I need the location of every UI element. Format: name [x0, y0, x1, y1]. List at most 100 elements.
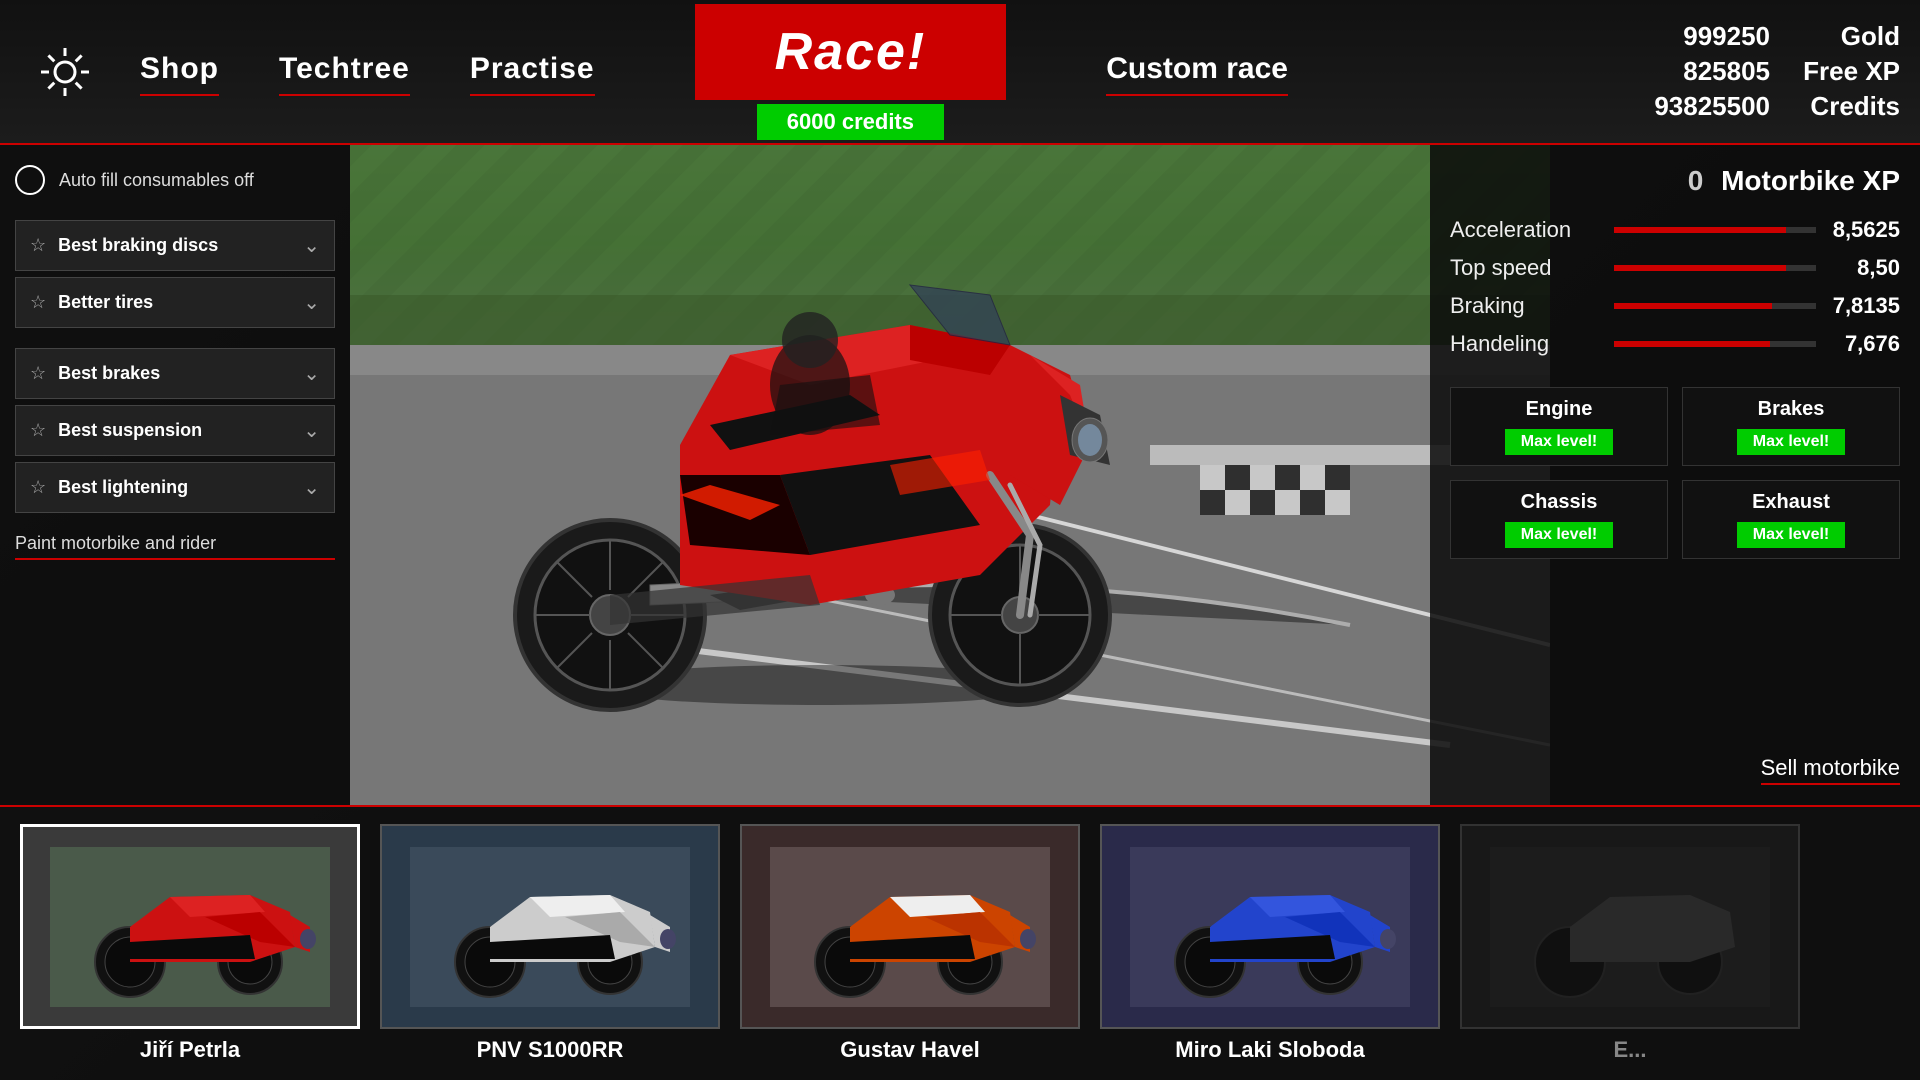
stat-bar-topspeed [1614, 265, 1816, 271]
track-background [350, 145, 1550, 805]
auto-fill-label: Auto fill consumables off [59, 170, 254, 191]
bike-name-0: Jiří Petrla [140, 1037, 240, 1063]
equip-name-3: Best suspension [58, 420, 202, 441]
gear-icon [35, 42, 95, 102]
component-title-exhaust: Exhaust [1693, 491, 1889, 514]
components-grid: Engine Max level! Brakes Max level! Chas… [1450, 387, 1900, 559]
equip-name-0: Best braking discs [58, 235, 218, 256]
bike-thumb-2 [740, 824, 1080, 1029]
component-chassis: Chassis Max level! [1450, 480, 1668, 559]
free-xp-stat-row: 825805 Free XP [1650, 56, 1900, 87]
stat-bar-fill-topspeed [1614, 265, 1786, 271]
nav-shop[interactable]: Shop [140, 52, 219, 92]
nav-custom-race[interactable]: Custom race [1106, 52, 1288, 92]
equip-item-suspension[interactable]: ☆ Best suspension ⌄ [15, 405, 335, 456]
chevron-icon-0: ⌄ [303, 233, 320, 258]
stat-bar-acceleration [1614, 227, 1816, 233]
sell-motorbike-link[interactable]: Sell motorbike [1761, 755, 1900, 785]
stat-row-braking: Braking 7,8135 [1450, 293, 1900, 319]
bike-card-0[interactable]: Jiří Petrla [20, 824, 360, 1063]
bike-name-4: E... [1613, 1037, 1646, 1063]
stat-bar-handling [1614, 341, 1816, 347]
bike-card-1[interactable]: PNV S1000RR [380, 824, 720, 1063]
bike-name-3: Miro Laki Sloboda [1175, 1037, 1364, 1063]
nav-links: Shop Techtree Practise Race! 6000 credit… [140, 4, 1650, 140]
right-panel: 0 Motorbike XP Acceleration 8,5625 Top s… [1430, 145, 1920, 805]
nav-techtree[interactable]: Techtree [279, 52, 410, 92]
chevron-icon-2: ⌄ [303, 361, 320, 386]
equip-item-lightening[interactable]: ☆ Best lightening ⌄ [15, 462, 335, 513]
stat-bar-fill-braking [1614, 303, 1772, 309]
motorbike-svg [430, 195, 1210, 725]
gold-label: Gold [1800, 21, 1900, 52]
stat-name-handling: Handeling [1450, 331, 1600, 357]
star-icon-4: ☆ [30, 477, 46, 498]
stat-bar-fill-acceleration [1614, 227, 1786, 233]
xp-value: 0 [1688, 165, 1704, 196]
stat-row-acceleration: Acceleration 8,5625 [1450, 217, 1900, 243]
max-level-chassis: Max level! [1505, 522, 1613, 548]
stat-name-acceleration: Acceleration [1450, 217, 1600, 243]
bike-thumb-4 [1460, 824, 1800, 1029]
race-button[interactable]: Race! [695, 4, 1007, 100]
motorbike-display [430, 195, 1210, 725]
motorbike-xp-display: 0 Motorbike XP [1450, 165, 1900, 197]
stat-row-handling: Handeling 7,676 [1450, 331, 1900, 357]
race-credits-badge: 6000 credits [757, 104, 944, 140]
max-level-brakes: Max level! [1737, 429, 1845, 455]
equip-item-braking-discs[interactable]: ☆ Best braking discs ⌄ [15, 220, 335, 271]
bike-card-3[interactable]: Miro Laki Sloboda [1100, 824, 1440, 1063]
settings-button[interactable] [20, 27, 110, 117]
xp-label: Motorbike XP [1721, 165, 1900, 196]
stat-bar-fill-handling [1614, 341, 1770, 347]
max-level-engine: Max level! [1505, 429, 1613, 455]
equip-item-brakes[interactable]: ☆ Best brakes ⌄ [15, 348, 335, 399]
bike-name-1: PNV S1000RR [477, 1037, 624, 1063]
equip-item-tires[interactable]: ☆ Better tires ⌄ [15, 277, 335, 328]
component-title-chassis: Chassis [1461, 491, 1657, 514]
star-icon-2: ☆ [30, 363, 46, 384]
star-icon-3: ☆ [30, 420, 46, 441]
bikes-row: Jiří Petrla PNV S1000RR [0, 805, 1920, 1080]
nav-practise[interactable]: Practise [470, 52, 595, 92]
stat-number-handling: 7,676 [1830, 331, 1900, 357]
bike-name-2: Gustav Havel [840, 1037, 979, 1063]
credits-value: 93825500 [1650, 91, 1770, 122]
bike-thumb-1 [380, 824, 720, 1029]
bike-thumb-svg-2 [770, 847, 1050, 1007]
bike-thumb-0 [20, 824, 360, 1029]
left-panel: Auto fill consumables off ☆ Best braking… [0, 145, 350, 805]
nav-bar: Shop Techtree Practise Race! 6000 credit… [0, 0, 1920, 145]
bike-thumb-svg-4 [1490, 847, 1770, 1007]
bike-thumb-svg-0 [50, 847, 330, 1007]
star-icon-1: ☆ [30, 292, 46, 313]
free-xp-label: Free XP [1800, 56, 1900, 87]
toggle-circle-icon [15, 165, 45, 195]
component-title-brakes: Brakes [1693, 398, 1889, 421]
stat-bar-braking [1614, 303, 1816, 309]
stat-number-acceleration: 8,5625 [1830, 217, 1900, 243]
component-title-engine: Engine [1461, 398, 1657, 421]
bike-card-4[interactable]: E... [1460, 824, 1800, 1063]
stat-number-braking: 7,8135 [1830, 293, 1900, 319]
bike-card-2[interactable]: Gustav Havel [740, 824, 1080, 1063]
bike-thumb-svg-3 [1130, 847, 1410, 1007]
gold-value: 999250 [1650, 21, 1770, 52]
credits-stat-row: 93825500 Credits [1650, 91, 1900, 122]
chevron-icon-1: ⌄ [303, 290, 320, 315]
equipment-section-2: ☆ Best brakes ⌄ ☆ Best suspension ⌄ ☆ Be… [15, 348, 335, 513]
credits-label: Credits [1800, 91, 1900, 122]
component-engine: Engine Max level! [1450, 387, 1668, 466]
chevron-icon-3: ⌄ [303, 418, 320, 443]
stat-name-topspeed: Top speed [1450, 255, 1600, 281]
component-brakes: Brakes Max level! [1682, 387, 1900, 466]
component-exhaust: Exhaust Max level! [1682, 480, 1900, 559]
bike-stats-section: Acceleration 8,5625 Top speed 8,50 Braki… [1450, 217, 1900, 357]
max-level-exhaust: Max level! [1737, 522, 1845, 548]
player-stats-panel: 999250 Gold 825805 Free XP 93825500 Cred… [1650, 21, 1900, 122]
chevron-icon-4: ⌄ [303, 475, 320, 500]
auto-fill-toggle[interactable]: Auto fill consumables off [15, 165, 335, 195]
stat-number-topspeed: 8,50 [1830, 255, 1900, 281]
paint-link[interactable]: Paint motorbike and rider [15, 533, 335, 560]
equip-name-2: Best brakes [58, 363, 160, 384]
